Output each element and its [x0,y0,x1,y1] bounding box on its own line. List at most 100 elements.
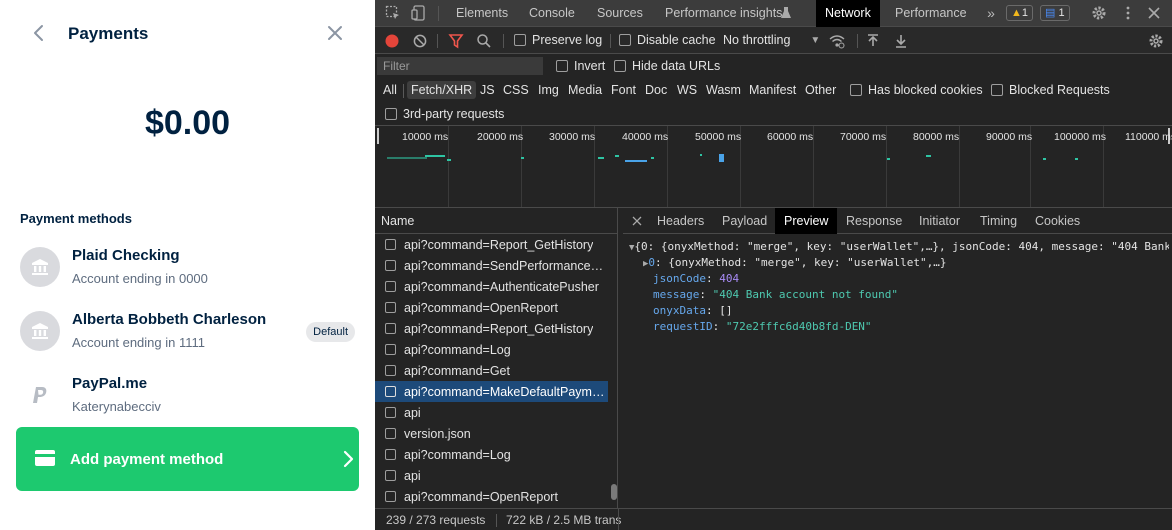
back-arrow-icon[interactable] [28,22,50,44]
timeline-label: 40000 ms [622,131,669,143]
tab-preview[interactable]: Preview [775,208,838,234]
close-icon[interactable] [324,22,346,44]
request-row[interactable]: api?command=Report_GetHistory [375,318,608,339]
preview-child-row[interactable]: ▶0: {onyxMethod: "merge", key: "userWall… [643,255,946,272]
name-column-header[interactable]: Name [375,208,618,234]
tab-headers[interactable]: Headers [657,208,704,234]
third-party-requests-checkbox[interactable]: 3rd-party requests [385,107,504,121]
import-har-icon[interactable] [865,33,881,49]
tab-performance-insights[interactable]: Performance insights [665,0,782,27]
record-stop-icon[interactable] [384,33,400,49]
tab-network[interactable]: Network [816,0,880,27]
more-tabs-chevron-icon[interactable]: » [983,5,999,21]
request-type-icon [385,491,396,502]
device-toolbar-icon[interactable] [411,5,427,21]
tab-console[interactable]: Console [529,0,575,27]
request-row[interactable]: api?command=SendPerformanceTiming [375,255,608,276]
blocked-requests-label: Blocked Requests [1009,83,1110,97]
timeline-label: 30000 ms [549,131,596,143]
request-list-scrollbar[interactable] [611,484,617,500]
filter-type-font[interactable]: Font [611,81,636,99]
filter-funnel-icon[interactable] [448,33,464,49]
tab-cookies[interactable]: Cookies [1035,208,1080,234]
blocked-requests-checkbox[interactable]: Blocked Requests [991,83,1110,97]
throttling-select[interactable]: No throttling ▼ [723,33,820,47]
payment-method-alberta-bobbeth-charleson[interactable]: Alberta Bobbeth Charleson Account ending… [20,311,360,361]
avatar [20,375,60,415]
filter-type-all[interactable]: All [383,81,397,99]
tab-elements[interactable]: Elements [456,0,508,27]
has-blocked-cookies-checkbox[interactable]: Has blocked cookies [850,83,983,97]
filter-type-js[interactable]: JS [480,81,495,99]
payment-method-plaid-checking[interactable]: Plaid Checking Account ending in 0000 [20,247,360,297]
default-badge: Default [306,322,355,342]
bank-icon [32,323,48,339]
filter-type-css[interactable]: CSS [503,81,529,99]
request-detail-pane: Headers Payload Preview Response Initiat… [623,208,1172,527]
tab-payload[interactable]: Payload [722,208,767,234]
network-conditions-icon[interactable] [829,33,845,49]
search-icon[interactable] [476,33,492,49]
filter-type-doc[interactable]: Doc [645,81,667,99]
tab-initiator[interactable]: Initiator [919,208,960,234]
request-row[interactable]: api?command=OpenReport [375,486,608,507]
tab-timing[interactable]: Timing [980,208,1017,234]
tab-response[interactable]: Response [846,208,902,234]
warnings-counter[interactable]: ▲1 [1006,5,1034,21]
clear-icon[interactable] [412,33,428,49]
request-type-icon [385,281,396,292]
request-type-icon [385,386,396,397]
tab-performance[interactable]: Performance [895,0,967,27]
network-settings-gear-icon[interactable] [1148,33,1164,49]
preserve-log-checkbox[interactable]: Preserve log [514,33,602,47]
add-payment-method-button[interactable]: Add payment method [16,427,359,491]
disable-cache-checkbox[interactable]: Disable cache [619,33,716,47]
filter-type-manifest[interactable]: Manifest [749,81,796,99]
request-row[interactable]: api?command=Report_GetHistory [375,234,608,255]
payment-method-paypal[interactable]: PayPal.me Katerynabecciv [20,375,360,425]
messages-count: 1 [1058,7,1065,19]
request-name: api?command=Report_GetHistory [404,321,594,336]
filter-type-wasm[interactable]: Wasm [706,81,741,99]
resource-type-filters: All Fetch/XHR JS CSS Img Media Font Doc … [375,78,1172,102]
filter-type-media[interactable]: Media [568,81,602,99]
throttling-value: No throttling [723,33,791,47]
checkbox-box [619,34,631,46]
request-row[interactable]: api [375,402,608,423]
invert-checkbox[interactable]: Invert [556,59,605,73]
close-detail-icon[interactable] [632,216,642,226]
request-row[interactable]: api?command=Get [375,360,608,381]
message-icon: ▤ [1045,7,1056,19]
checkbox-box [991,84,1003,96]
inspect-element-icon[interactable] [385,5,401,21]
preview-root-row[interactable]: ▼{0: {onyxMethod: "merge", key: "userWal… [629,239,1169,256]
request-type-icon [385,344,396,355]
tab-sources[interactable]: Sources [597,0,643,27]
settings-gear-icon[interactable] [1091,5,1107,21]
timeline-label: 20000 ms [477,131,524,143]
request-row[interactable]: api [375,465,608,486]
page-title: Payments [68,24,149,43]
request-name: version.json [404,426,471,441]
request-row[interactable]: api?command=Log [375,444,608,465]
request-row[interactable]: api?command=Log [375,339,608,360]
close-devtools-icon[interactable] [1146,5,1162,21]
filter-type-ws[interactable]: WS [677,81,697,99]
request-type-icon [385,365,396,376]
request-row-selected[interactable]: api?command=MakeDefaultPaymentMethod [375,381,608,402]
export-har-icon[interactable] [893,33,909,49]
filter-type-other[interactable]: Other [805,81,836,99]
request-row[interactable]: version.json [375,423,608,444]
request-row[interactable]: api?command=AuthenticatePusher [375,276,608,297]
credit-card-icon [35,450,55,466]
network-overview-timeline[interactable]: 10000 ms 20000 ms 30000 ms 40000 ms 5000… [375,126,1172,208]
request-type-icon [385,302,396,313]
request-row[interactable]: api?command=OpenReport [375,297,608,318]
filter-type-img[interactable]: Img [538,81,559,99]
messages-counter[interactable]: ▤ 1 [1040,5,1070,21]
filter-type-fetch-xhr[interactable]: Fetch/XHR [407,81,477,99]
hide-data-urls-checkbox[interactable]: Hide data URLs [614,59,720,73]
filter-input[interactable] [377,57,543,75]
invert-label: Invert [574,59,606,73]
more-options-icon[interactable] [1120,5,1136,21]
